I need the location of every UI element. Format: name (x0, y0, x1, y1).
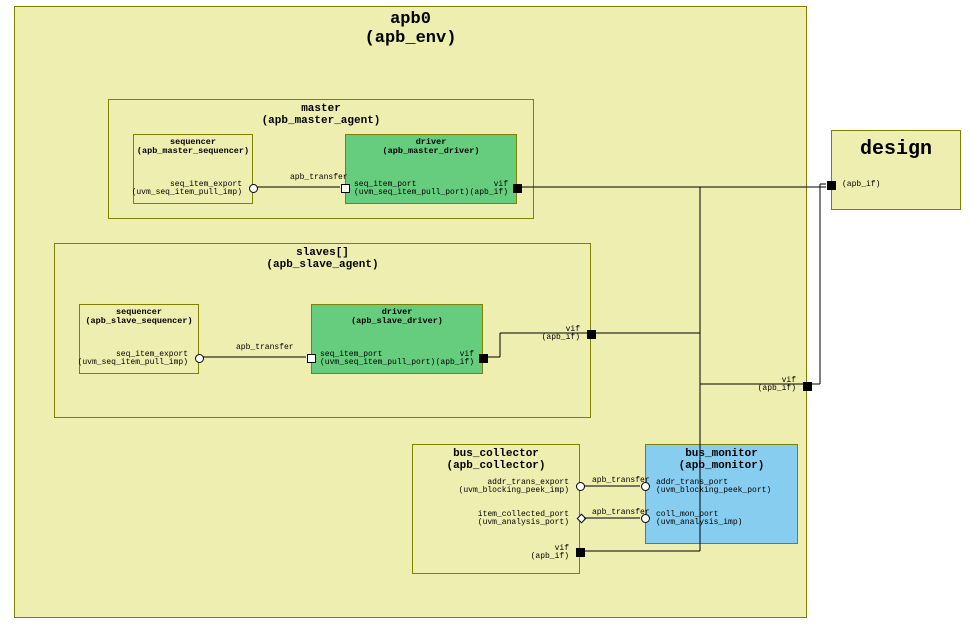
env-title-line1: apb0 (390, 10, 431, 29)
slave-conn-label: apb_transfer (236, 343, 294, 352)
master-driver-title: driver (apb_master_driver) (346, 135, 516, 157)
env-title: apb0 (apb_env) (15, 7, 806, 48)
master-sequencer-title: sequencer (apb_master_sequencer) (134, 135, 252, 157)
slave-agent-title: slaves[] (apb_slave_agent) (55, 244, 590, 271)
slave-sequencer: sequencer (apb_slave_sequencer) seq_item… (79, 304, 199, 374)
slave-sequencer-port-icon (195, 354, 204, 363)
master-conn-label: apb_transfer (290, 173, 348, 182)
bus-collector-port3: vif (apb_if) (531, 545, 569, 562)
master-sequencer-port-icon (249, 184, 258, 193)
design-title: design (832, 131, 960, 161)
slave-sequencer-port: seq_item_export (uvm_seq_item_pull_imp) (78, 351, 188, 368)
design-port-vif-icon (827, 181, 836, 190)
bus-collector-port2: item_collected_port (uvm_analysis_port) (478, 511, 569, 528)
design-port-vif: (apb_if) (842, 181, 880, 189)
diagram-canvas: apb0 (apb_env) vif (apb_if) design (apb_… (0, 0, 971, 631)
bus-collector: bus_collector (apb_collector) addr_trans… (412, 444, 580, 574)
master-driver-port-left: seq_item_port (uvm_seq_item_pull_port) (354, 181, 469, 198)
slave-driver: driver (apb_slave_driver) seq_item_port … (311, 304, 483, 374)
master-sequencer-port: seq_item_export (uvm_seq_item_pull_imp) (132, 181, 242, 198)
slave-agent-port-vif-icon (587, 330, 596, 339)
bus-collector-port1: addr_trans_export (uvm_blocking_peek_imp… (459, 479, 569, 496)
bus-monitor-title: bus_monitor (apb_monitor) (646, 445, 797, 472)
master-driver: driver (apb_master_driver) seq_item_port… (345, 134, 517, 204)
slave-driver-port-right-icon (479, 354, 488, 363)
slave-driver-port-right: vif (apb_if) (436, 351, 474, 368)
bus-monitor: bus_monitor (apb_monitor) addr_trans_por… (645, 444, 798, 544)
design-block: design (apb_if) (831, 130, 961, 210)
master-sequencer: sequencer (apb_master_sequencer) seq_ite… (133, 134, 253, 204)
master-driver-port-left-icon (341, 184, 350, 193)
master-agent: master (apb_master_agent) sequencer (apb… (108, 99, 534, 219)
bus-monitor-port2: coll_mon_port (uvm_analysis_imp) (656, 511, 742, 528)
slave-driver-port-left-icon (307, 354, 316, 363)
slave-driver-port-left: seq_item_port (uvm_seq_item_pull_port) (320, 351, 435, 368)
coll-mon-label2: apb_transfer (592, 508, 650, 517)
slave-driver-title: driver (apb_slave_driver) (312, 305, 482, 327)
env-port-vif-icon (803, 382, 812, 391)
bus-monitor-port1: addr_trans_port (uvm_blocking_peek_port) (656, 479, 771, 496)
slave-agent-port-vif: vif (apb_if) (542, 326, 580, 343)
env-title-line2: (apb_env) (365, 29, 457, 48)
env-port-vif: vif (apb_if) (758, 377, 796, 394)
bus-collector-port1-icon (576, 482, 585, 491)
slave-sequencer-title: sequencer (apb_slave_sequencer) (80, 305, 198, 327)
master-driver-port-right-icon (513, 184, 522, 193)
slave-agent: slaves[] (apb_slave_agent) sequencer (ap… (54, 243, 591, 418)
bus-collector-title: bus_collector (apb_collector) (413, 445, 579, 472)
master-driver-port-right: vif (apb_if) (470, 181, 508, 198)
bus-collector-port3-icon (576, 548, 585, 557)
coll-mon-label1: apb_transfer (592, 476, 650, 485)
master-agent-title: master (apb_master_agent) (109, 100, 533, 127)
